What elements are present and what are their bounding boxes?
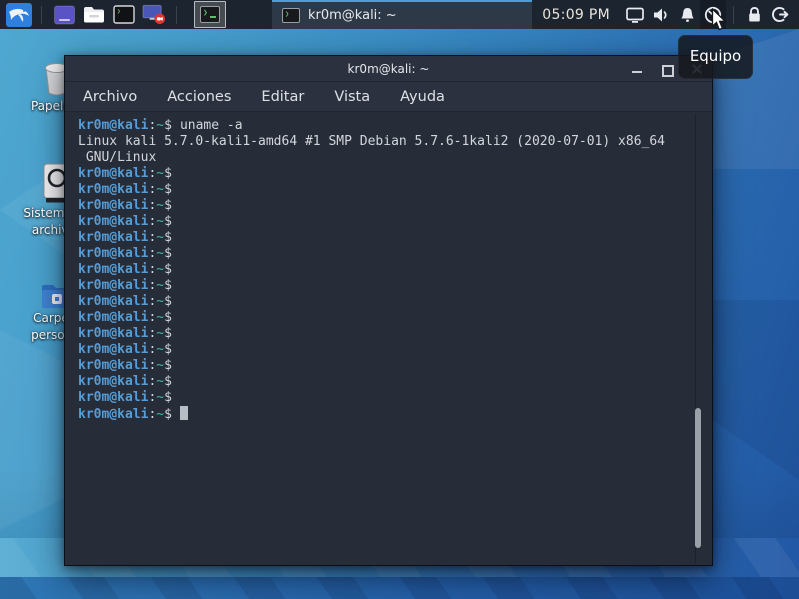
- terminal-prompt-line: kr0m@kali:~$: [78, 374, 712, 390]
- terminal-prompt-line: kr0m@kali:~$: [78, 342, 712, 358]
- menu-vista[interactable]: Vista: [334, 89, 370, 105]
- logout-icon: [770, 5, 790, 24]
- maximize-button[interactable]: [660, 62, 674, 76]
- typed-command: uname -a: [172, 118, 243, 133]
- svg-text:❯: ❯: [117, 8, 121, 15]
- panel-tray: 05:09 PM: [542, 0, 799, 29]
- terminal-prompt-line: kr0m@kali:~$: [78, 182, 712, 198]
- terminal-output-line: GNU/Linux: [78, 150, 712, 166]
- terminal-prompt-line: kr0m@kali:~$: [78, 358, 712, 374]
- terminal-command-line: kr0m@kali:~$uname -a: [78, 118, 712, 134]
- terminal-icon: [200, 6, 220, 23]
- terminal-icon: [282, 8, 300, 23]
- notifications-button[interactable]: [674, 0, 700, 29]
- terminal-window: kr0m@kali: ~ Archivo Acciones Editar Vis…: [64, 55, 713, 566]
- tooltip-equipo: Equipo: [678, 35, 753, 79]
- mouse-cursor: [711, 8, 728, 36]
- terminal-active-prompt-line: kr0m@kali:~$: [78, 406, 712, 423]
- window-title: kr0m@kali: ~: [348, 62, 430, 76]
- kali-logo-icon: [6, 3, 32, 27]
- terminal-prompt-line: kr0m@kali:~$: [78, 214, 712, 230]
- terminal-output-line: Linux kali 5.7.0-kali1-amd64 #1 SMP Debi…: [78, 134, 712, 150]
- terminal-prompt-line: kr0m@kali:~$: [78, 198, 712, 214]
- launcher-screen-recorder[interactable]: [142, 3, 166, 27]
- display-icon: [625, 6, 645, 24]
- terminal-icon: ❯: [113, 5, 135, 24]
- terminal-prompt-line: kr0m@kali:~$: [78, 326, 712, 342]
- terminal-body[interactable]: kr0m@kali:~$uname -a Linux kali 5.7.0-ka…: [65, 112, 712, 565]
- screen-recorder-icon: [142, 4, 166, 25]
- folder-icon: [83, 5, 105, 24]
- top-panel: ❯ kr0m@kali: ~ 05:09 PM: [0, 0, 799, 29]
- file-manager-icon: [54, 5, 75, 25]
- terminal-prompt-line: kr0m@kali:~$: [78, 262, 712, 278]
- taskbar-item-label: kr0m@kali: ~: [308, 8, 397, 23]
- launcher-terminal[interactable]: ❯: [112, 3, 136, 27]
- panel-separator: [41, 6, 42, 24]
- menu-archivo[interactable]: Archivo: [83, 89, 137, 105]
- menu-bar: Archivo Acciones Editar Vista Ayuda: [65, 82, 712, 112]
- terminal-prompt-line: kr0m@kali:~$: [78, 230, 712, 246]
- display-settings-button[interactable]: [622, 0, 648, 29]
- wallpaper-bottom-band: [0, 577, 799, 599]
- menu-editar[interactable]: Editar: [261, 89, 304, 105]
- lock-screen-button[interactable]: [741, 0, 767, 29]
- terminal-prompt-line: kr0m@kali:~$: [78, 278, 712, 294]
- minimize-button[interactable]: [630, 62, 644, 76]
- text-cursor: [180, 406, 188, 420]
- terminal-prompt-line: kr0m@kali:~$: [78, 294, 712, 310]
- terminal-prompt-line: kr0m@kali:~$: [78, 246, 712, 262]
- clock[interactable]: 05:09 PM: [542, 7, 610, 23]
- bell-icon: [678, 6, 697, 24]
- volume-icon: [651, 6, 671, 24]
- taskbar-item-terminal[interactable]: kr0m@kali: ~: [272, 0, 532, 29]
- volume-button[interactable]: [648, 0, 674, 29]
- logout-button[interactable]: [767, 0, 793, 29]
- terminal-prompt-line: kr0m@kali:~$: [78, 166, 712, 182]
- kali-menu-button[interactable]: [4, 2, 34, 27]
- launcher-file-manager[interactable]: [52, 3, 76, 27]
- panel-separator: [176, 6, 177, 24]
- terminal-prompt-line: kr0m@kali:~$: [78, 390, 712, 406]
- lock-icon: [745, 5, 764, 24]
- menu-ayuda[interactable]: Ayuda: [400, 89, 445, 105]
- tooltip-text: Equipo: [690, 47, 741, 78]
- window-titlebar[interactable]: kr0m@kali: ~: [65, 56, 712, 82]
- scrollbar-thumb[interactable]: [695, 408, 701, 548]
- launcher-qterminal-pressed[interactable]: [194, 1, 226, 28]
- cursor-arrow-icon: [711, 8, 728, 32]
- terminal-prompt-line: kr0m@kali:~$: [78, 310, 712, 326]
- panel-separator: [733, 6, 734, 24]
- desktop: Papelera Sistema de archivos Carpeta per…: [0, 0, 799, 599]
- launcher-folder[interactable]: [82, 3, 106, 27]
- menu-acciones[interactable]: Acciones: [167, 89, 231, 105]
